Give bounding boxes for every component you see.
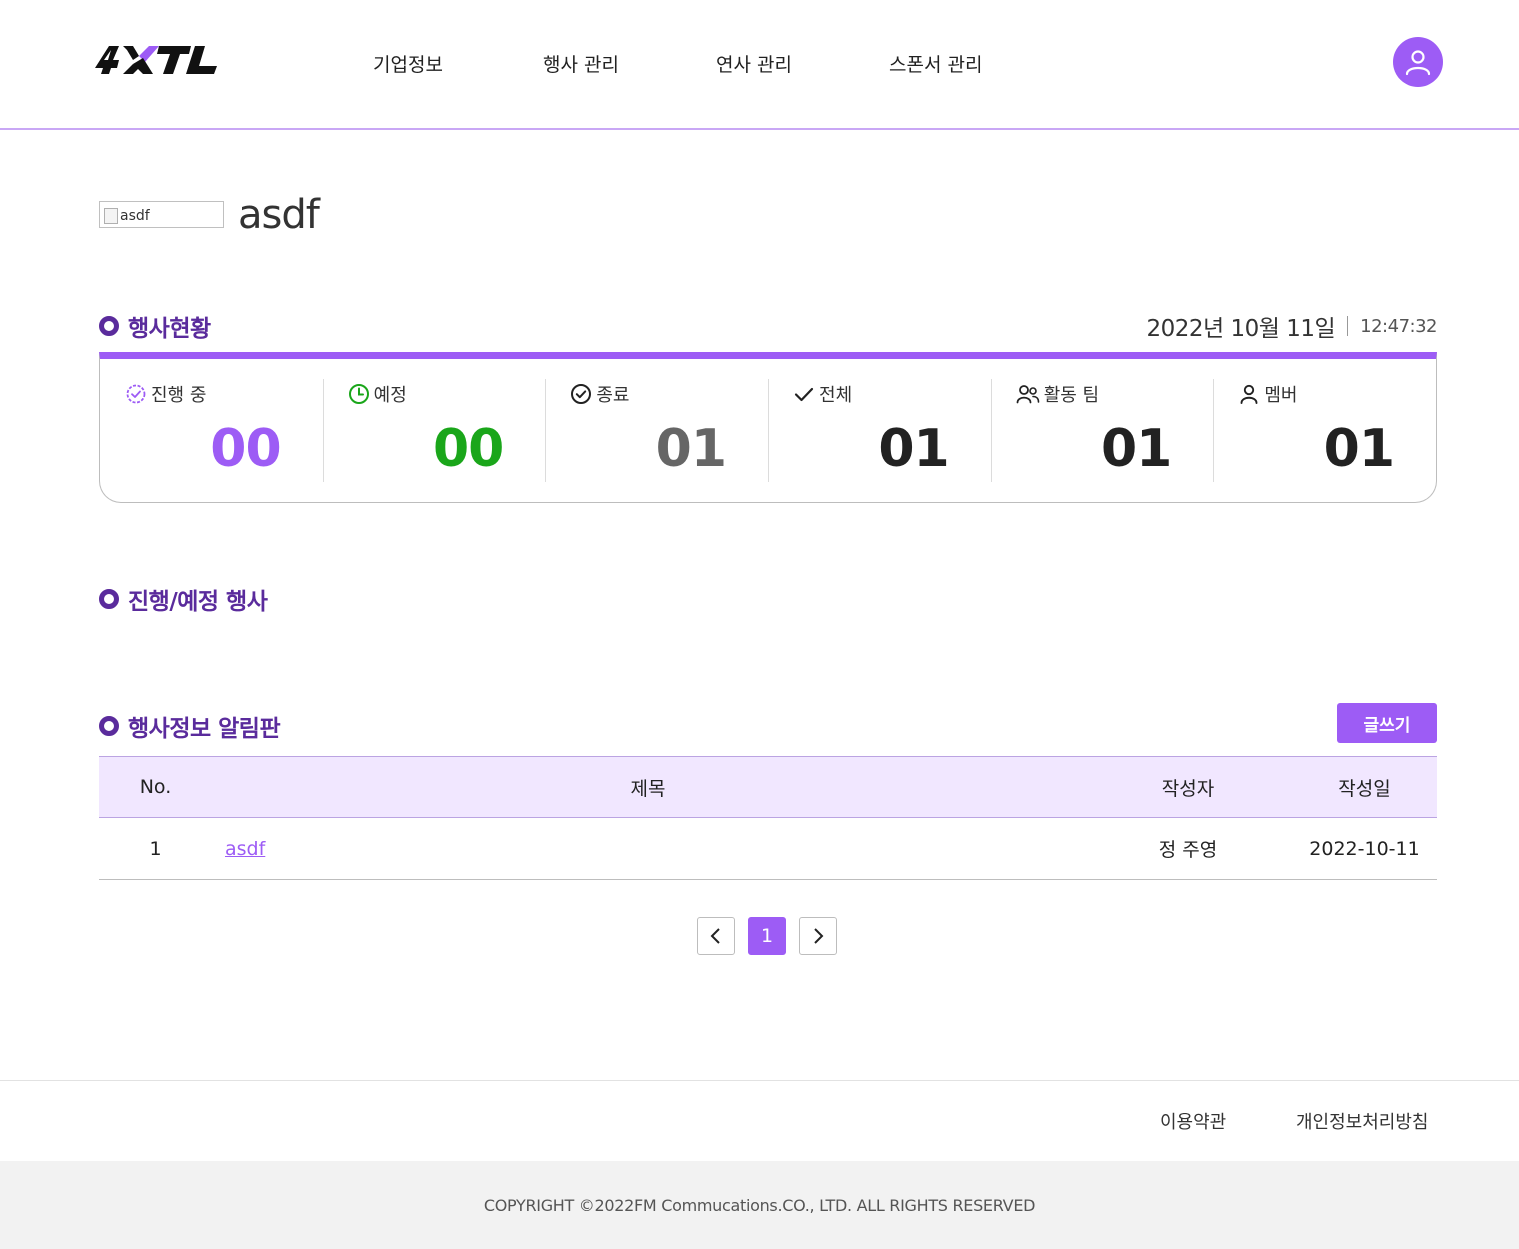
site-header: 기업정보 행사 관리 연사 관리 스폰서 관리 — [0, 0, 1519, 130]
check-circle-icon — [571, 384, 592, 404]
company-logo-alt-text: asdf — [120, 208, 150, 224]
stat-label-text: 활동 팀 — [1043, 385, 1100, 406]
next-page-button[interactable] — [799, 917, 837, 955]
stat-value: 01 — [1100, 419, 1172, 479]
section-title-notice-board: 행사정보 알림판 — [99, 709, 281, 743]
stat-label: 활동 팀 — [1016, 381, 1099, 407]
stat-members: 멤버 01 — [1213, 379, 1436, 482]
stat-value: 01 — [655, 419, 727, 479]
prev-page-button[interactable] — [697, 917, 735, 955]
table-header: No. 제목 작성자 작성일 — [99, 756, 1437, 818]
row-title-cell: asdf — [212, 838, 1084, 860]
column-header-author: 작성자 — [1161, 777, 1215, 800]
row-no: 1 — [149, 837, 162, 860]
footer-divider — [0, 1080, 1519, 1081]
stat-label-text: 예정 — [373, 385, 407, 406]
stat-scheduled: 예정 00 — [322, 379, 546, 482]
section-title-text: 행사정보 알림판 — [128, 716, 281, 742]
event-stats-card: 진행 중 00 예정 00 종료 01 전체 01 활동 팀 01 멤버 01 — [99, 352, 1437, 503]
datetime-divider — [1347, 316, 1349, 336]
stat-active-teams: 활동 팀 01 — [990, 379, 1214, 482]
section-title-text: 진행/예정 행사 — [128, 589, 268, 615]
section-bullet-icon — [99, 316, 119, 336]
row-author: 정 주영 — [1158, 839, 1218, 861]
clock-icon — [348, 384, 369, 404]
section-bullet-icon — [99, 589, 119, 609]
stat-value: 00 — [210, 419, 281, 479]
progress-badge-icon — [126, 384, 146, 404]
stat-label: 예정 — [348, 381, 407, 407]
column-header-date: 작성일 — [1338, 777, 1391, 800]
stat-value: 00 — [432, 419, 504, 479]
section-title-event-status: 행사현황 — [99, 309, 211, 343]
current-time: 12:47:32 — [1360, 315, 1437, 337]
stat-label: 진행 중 — [125, 381, 206, 407]
stat-value: 01 — [1323, 419, 1395, 479]
column-header-title: 제목 — [630, 777, 666, 800]
member-icon — [1240, 384, 1258, 404]
stat-label-text: 멤버 — [1264, 385, 1298, 406]
section-bullet-icon — [99, 716, 119, 736]
chevron-left-icon — [710, 928, 720, 944]
company-name: asdf — [238, 192, 320, 238]
stat-label: 멤버 — [1238, 381, 1297, 407]
terms-link[interactable]: 이용약관 — [1160, 1108, 1226, 1134]
user-profile-button[interactable] — [1393, 37, 1443, 87]
stat-label-text: 종료 — [596, 385, 630, 406]
notice-table: No. 제목 작성자 작성일 1 asdf 정 주영 2022-10-11 — [99, 756, 1437, 880]
team-icon — [1016, 385, 1039, 404]
row-date: 2022-10-11 — [1309, 837, 1420, 860]
chevron-right-icon — [814, 928, 824, 944]
nav-speaker-management[interactable]: 연사 관리 — [716, 50, 792, 77]
nav-company-info[interactable]: 기업정보 — [373, 50, 443, 77]
broken-image-icon — [104, 208, 118, 224]
copyright-bar: COPYRIGHT ©2022FM Commucations.CO., LTD.… — [0, 1161, 1519, 1249]
nav-event-management[interactable]: 행사 관리 — [543, 50, 619, 77]
stat-value: 01 — [878, 419, 949, 479]
stat-label: 전체 — [793, 381, 852, 407]
current-datetime: 2022년 10월 11일 12:47:32 — [1146, 309, 1437, 343]
nav-sponsor-management[interactable]: 스폰서 관리 — [889, 50, 982, 77]
current-date: 2022년 10월 11일 — [1146, 316, 1336, 342]
stat-total: 전체 01 — [768, 379, 991, 482]
section-title-ongoing-events: 진행/예정 행사 — [99, 582, 268, 616]
row-title-link[interactable]: asdf — [225, 838, 265, 860]
table-row: 1 asdf 정 주영 2022-10-11 — [99, 818, 1437, 880]
copyright-text: COPYRIGHT ©2022FM Commucations.CO., LTD.… — [483, 1195, 1036, 1215]
stat-ended: 종료 01 — [545, 379, 768, 482]
stat-label-text: 진행 중 — [151, 385, 207, 406]
check-icon — [794, 387, 814, 402]
company-logo-image: asdf — [99, 201, 224, 228]
page-button-current[interactable]: 1 — [748, 917, 786, 955]
privacy-policy-link[interactable]: 개인정보처리방침 — [1296, 1108, 1428, 1134]
stat-in-progress: 진행 중 00 — [100, 379, 323, 482]
column-header-no: No. — [139, 776, 172, 798]
write-post-button[interactable]: 글쓰기 — [1337, 703, 1437, 743]
pagination: 1 — [697, 917, 837, 955]
section-title-text: 행사현황 — [128, 316, 211, 342]
brand-logo[interactable] — [93, 40, 219, 76]
stat-label-text: 전체 — [819, 385, 853, 406]
user-icon — [1405, 50, 1431, 76]
stat-label: 종료 — [570, 381, 629, 407]
